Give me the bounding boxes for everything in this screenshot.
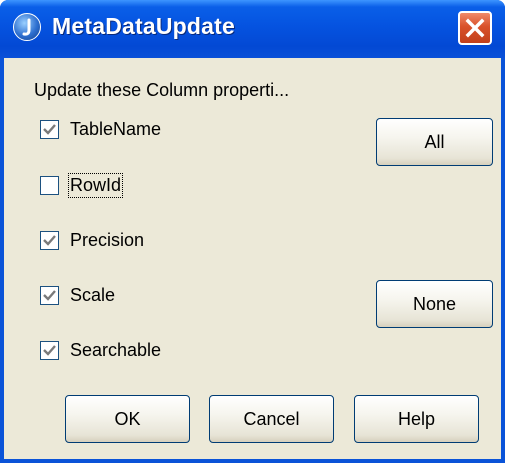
ok-button[interactable]: OK [65,395,190,443]
cancel-button-label: Cancel [243,408,300,429]
checkmark-icon [43,345,56,356]
checkmark-icon [43,290,56,301]
ok-button-label: OK [114,408,141,429]
checkbox-label: TableName [70,119,162,139]
checkbox-box[interactable] [40,120,59,139]
checkbox-label: Searchable [70,340,162,360]
checkbox-box[interactable] [40,231,59,250]
checkbox-label: Scale [70,285,116,305]
all-button-label: All [424,131,445,152]
help-button[interactable]: Help [354,395,479,443]
checkbox-box[interactable] [40,341,59,360]
help-button-label: Help [397,408,436,429]
dialog-body: Update these Column properti... TableNam… [4,58,501,459]
title-bar[interactable]: MetaDataUpdate [0,0,505,58]
checkmark-icon [43,124,56,135]
dialog-window: MetaDataUpdate Update these Column prope… [0,0,505,463]
checkbox-label: Precision [70,230,145,250]
checkbox-box[interactable] [40,176,59,195]
checkmark-icon [43,235,56,246]
all-button[interactable]: All [376,118,493,166]
window-title: MetaDataUpdate [52,13,236,39]
close-button[interactable] [458,11,492,45]
java-icon [13,13,41,41]
checkbox-box[interactable] [40,286,59,305]
none-button[interactable]: None [376,280,493,328]
checkbox-label: RowId [67,173,124,198]
close-icon [465,18,485,38]
none-button-label: None [412,293,457,314]
instruction-label: Update these Column properti... [34,80,290,100]
cancel-button[interactable]: Cancel [209,395,334,443]
